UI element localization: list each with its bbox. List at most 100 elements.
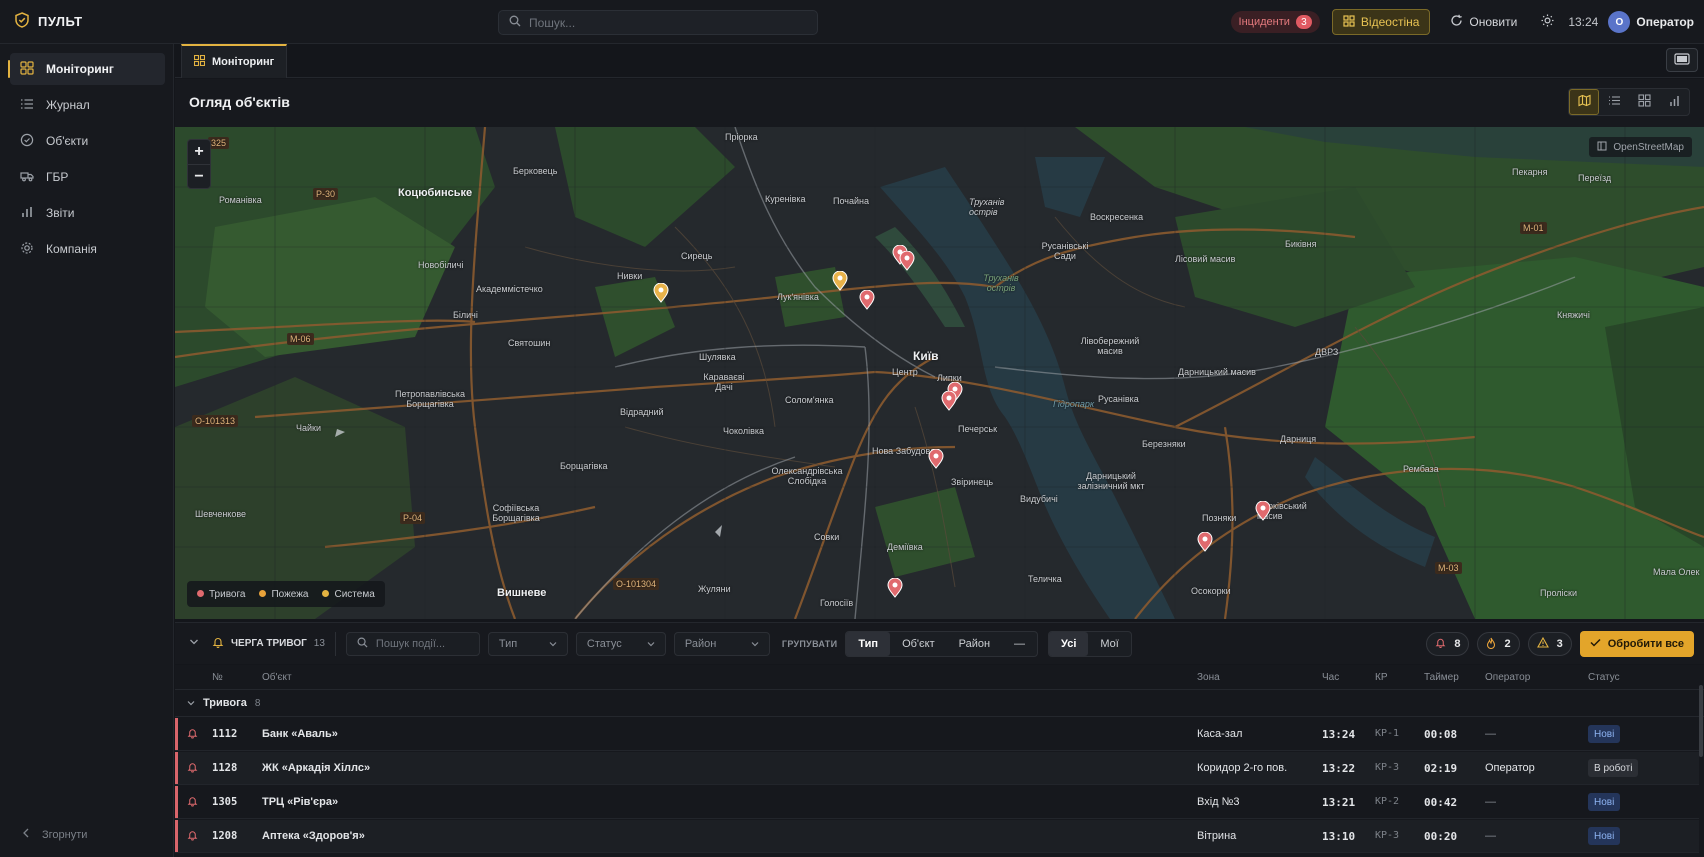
column-header-no[interactable]: № <box>212 672 223 683</box>
column-header-operator[interactable]: Оператор <box>1485 672 1530 683</box>
display-toggle-button[interactable] <box>1666 48 1698 72</box>
column-header-time[interactable]: Час <box>1322 672 1339 683</box>
map-label: Шулявка <box>699 352 736 362</box>
collapse-sidebar-button[interactable]: Згорнути <box>22 828 87 841</box>
table-row[interactable]: 1208 Аптека «Здоров'я» Вітрина 13:10 КР-… <box>175 820 1699 853</box>
zoom-out-button[interactable]: − <box>188 164 210 188</box>
map-label: Чоколівка <box>723 426 765 436</box>
group-by-object[interactable]: Об'єкт <box>890 632 947 656</box>
table-row[interactable]: 1305 ТРЦ «Рів'єра» Вхід №3 13:21 КР-2 00… <box>175 786 1699 819</box>
incidents-button[interactable]: Інциденти 3 <box>1230 11 1320 33</box>
map-label: Академмістечко <box>476 284 543 294</box>
sidebar-item-company[interactable]: Компанія <box>10 233 165 265</box>
column-header-timer[interactable]: Таймер <box>1424 672 1459 683</box>
district-filter[interactable]: Район <box>673 631 770 656</box>
warning-icon <box>1536 636 1549 651</box>
videowall-button[interactable]: Відеостіна <box>1331 9 1431 35</box>
attribution-label: OpenStreetMap <box>1613 141 1684 153</box>
process-all-button[interactable]: Обробити все <box>1579 631 1694 657</box>
sidebar-item-journal[interactable]: Журнал <box>10 89 165 121</box>
theme-toggle[interactable] <box>1541 14 1554 30</box>
fire-counter[interactable]: 2 <box>1477 632 1520 656</box>
road-shield: M-06 <box>287 333 314 345</box>
global-search[interactable] <box>498 10 818 35</box>
alarm-marker[interactable] <box>653 283 669 303</box>
videowall-label: Відеостіна <box>1360 15 1420 29</box>
cell-time: 13:22 <box>1322 762 1356 775</box>
refresh-button[interactable]: Оновити <box>1450 14 1517 30</box>
alarm-marker[interactable] <box>899 251 915 271</box>
map-label: Святошин <box>508 338 551 348</box>
type-filter[interactable]: Тип <box>487 631 568 656</box>
alarm-marker[interactable] <box>832 271 848 291</box>
group-row-alarm[interactable]: Тривога 8 <box>175 690 1704 717</box>
map-label: Петропавлівська Борщагівка <box>394 389 466 409</box>
map-view[interactable]: Пріорка Берковець Коцюбинське Романівка … <box>175 127 1704 619</box>
alarm-marker[interactable] <box>859 290 875 310</box>
tab-label: Моніторинг <box>212 56 275 68</box>
scope-all[interactable]: Усі <box>1049 631 1089 656</box>
cell-operator: — <box>1485 728 1496 740</box>
table-scrollbar[interactable] <box>1699 685 1703 757</box>
chevron-down-icon <box>647 638 655 650</box>
table-row[interactable]: 1112 Банк «Аваль» Каса-зал 13:24 КР-1 00… <box>175 718 1699 751</box>
queue-title[interactable]: ЧЕРГА ТРИВОГ 13 <box>189 636 325 651</box>
status-badge: Нові <box>1588 827 1621 845</box>
alarm-marker[interactable] <box>1197 532 1213 552</box>
cell-no: 1305 <box>212 796 238 808</box>
road-shield: O-101313 <box>192 415 239 427</box>
warning-counter[interactable]: 3 <box>1527 632 1572 656</box>
brand[interactable]: ПУЛЬТ <box>0 12 176 31</box>
cell-timer: 02:19 <box>1424 762 1458 775</box>
alarm-marker[interactable] <box>1255 501 1271 521</box>
user-name[interactable]: Оператор <box>1636 15 1694 29</box>
collapse-label: Згорнути <box>42 828 88 841</box>
map-label: Печерськ <box>958 424 998 434</box>
alarm-marker[interactable] <box>887 578 903 598</box>
sidebar-item-label: Журнал <box>46 98 90 112</box>
sidebar-item-objects[interactable]: Об'єкти <box>10 125 165 157</box>
cell-no: 1128 <box>212 762 238 774</box>
scope-mine[interactable]: Мої <box>1088 632 1130 656</box>
map-label: Відрадний <box>620 407 664 417</box>
map-view-button[interactable] <box>1569 89 1599 115</box>
map-label: Пріорка <box>725 132 758 142</box>
zoom-in-button[interactable]: + <box>188 140 210 164</box>
map-label: Теличка <box>1028 574 1062 584</box>
map-attribution[interactable]: OpenStreetMap <box>1589 137 1692 157</box>
group-by-district[interactable]: Район <box>947 632 1002 656</box>
chart-view-button[interactable] <box>1659 89 1689 115</box>
map-label: Совки <box>814 532 840 542</box>
column-header-object[interactable]: Об'єкт <box>262 672 292 683</box>
alarm-marker[interactable] <box>928 449 944 469</box>
sidebar-item-monitoring[interactable]: Моніторинг <box>8 53 165 85</box>
search-input[interactable] <box>529 15 809 30</box>
group-by-type[interactable]: Тип <box>846 631 891 656</box>
column-header-zone[interactable]: Зона <box>1197 672 1220 683</box>
alarm-marker[interactable] <box>941 391 957 411</box>
incidents-label: Інциденти <box>1238 16 1290 28</box>
cell-zone: Вітрина <box>1197 830 1237 842</box>
bell-icon <box>212 636 224 651</box>
cell-timer: 00:08 <box>1424 728 1458 741</box>
list-view-button[interactable] <box>1599 89 1629 115</box>
sidebar-item-gbr[interactable]: ГБР <box>10 161 165 193</box>
column-header-kp[interactable]: КР <box>1375 672 1388 683</box>
table-row[interactable]: 1128 ЖК «Аркадія Хіллс» Коридор 2-го пов… <box>175 752 1699 785</box>
map-label: Романівка <box>219 195 262 205</box>
bar-chart-icon <box>1668 94 1681 110</box>
column-header-status[interactable]: Статус <box>1588 672 1620 683</box>
status-filter[interactable]: Статус <box>575 631 666 656</box>
queue-title-label: ЧЕРГА ТРИВОГ <box>231 638 307 649</box>
event-search[interactable]: Пошук події... <box>345 631 480 656</box>
legend-item-system: Система <box>322 589 375 600</box>
alarm-counter[interactable]: 8 <box>1426 632 1470 656</box>
table-header: № Об'єкт Зона Час КР Таймер Оператор Ста… <box>175 665 1704 690</box>
avatar[interactable]: О <box>1608 11 1631 33</box>
sidebar-item-reports[interactable]: Звіти <box>10 197 165 229</box>
refresh-label: Оновити <box>1469 15 1518 29</box>
grid-view-button[interactable] <box>1629 89 1659 115</box>
tab-monitoring[interactable]: Моніторинг <box>181 44 288 78</box>
group-by-none[interactable]: — <box>1002 632 1037 656</box>
cell-time: 13:21 <box>1322 796 1356 809</box>
